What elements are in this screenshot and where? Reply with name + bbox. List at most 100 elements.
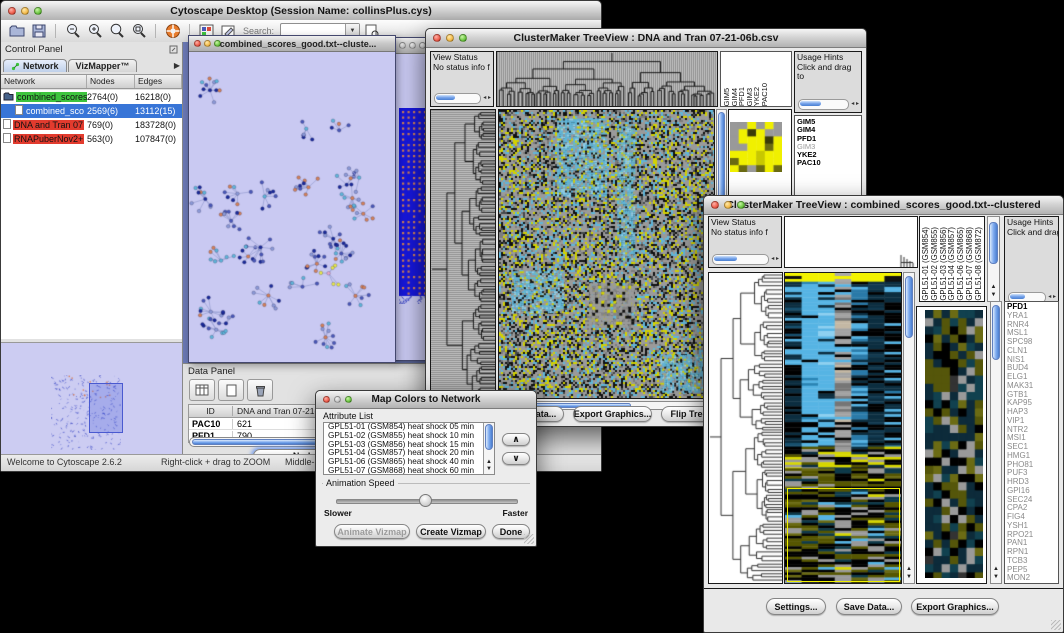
scroll-down-icon[interactable]: ▼ [904, 574, 914, 581]
nodes-count: 2764(0) [87, 92, 135, 102]
zoom-column-labels: GIM5GIM4PFD1GIM3YKE2PAC10 [721, 52, 767, 106]
frame-close-button[interactable] [399, 42, 406, 49]
minimize-button[interactable] [334, 396, 341, 403]
gene-label: CPA2 [1007, 504, 1058, 513]
dialog-titlebar[interactable]: Map Colors to Network [316, 391, 536, 409]
main-window-title: Cytoscape Desktop (Session Name: collins… [21, 5, 581, 17]
move-down-button[interactable]: ∨ [502, 452, 530, 465]
tab-overflow-icon[interactable]: ▶ [174, 61, 180, 70]
scroll-up-icon[interactable]: ▲ [991, 566, 1001, 573]
row-dendrogram-panel[interactable] [430, 109, 496, 399]
birdseye-view[interactable] [1, 342, 182, 455]
save-icon[interactable] [29, 22, 48, 40]
delete-attribute-icon[interactable] [247, 379, 273, 401]
resize-grip[interactable] [524, 534, 534, 544]
close-button[interactable] [711, 201, 719, 209]
network-canvas[interactable] [189, 52, 393, 361]
move-up-button[interactable]: ∧ [502, 433, 530, 446]
gene-list-scrollbar[interactable]: ▲ ▼ [990, 301, 1002, 584]
network-frame-titlebar[interactable]: combined_scores_good.txt--cluste... [189, 36, 395, 52]
heatmap-canvas [499, 110, 714, 398]
create-vizmap-button[interactable]: Create Vizmap [416, 524, 486, 539]
usage-hints-scrollbar[interactable]: ◂ ▸ [798, 99, 859, 110]
zoom-heatmap-panel[interactable] [916, 306, 987, 584]
heatmap-vscrollbar[interactable]: ▲ ▼ [903, 272, 915, 584]
close-button[interactable] [433, 34, 441, 42]
frame-minimize-button[interactable] [409, 42, 416, 49]
zoom-out-icon[interactable] [63, 22, 82, 40]
frame-close-button[interactable] [194, 40, 201, 47]
zoom-button[interactable] [345, 396, 352, 403]
scroll-down-icon[interactable]: ▼ [991, 574, 1001, 581]
attribute-items: GPL51-01 (GSM854) heat shock 05 minGPL51… [324, 423, 494, 475]
export-graphics-button[interactable]: Export Graphics... [573, 406, 652, 422]
animate-vizmap-button[interactable]: Animate Vizmap [334, 524, 410, 539]
column-labels-scrollbar[interactable]: ▲ ▼ [987, 216, 1000, 302]
birdseye-viewport-rect[interactable] [89, 383, 123, 433]
zoom-button[interactable] [737, 201, 745, 209]
divider [704, 588, 1063, 589]
zoom-fit-icon[interactable] [107, 22, 126, 40]
view-status-scrollbar[interactable]: ◂ ▸ [712, 254, 779, 265]
view-status-scrollbar[interactable]: ◂ ▸ [434, 93, 491, 104]
treeview2-titlebar[interactable]: ClusterMaker TreeView : combined_scores_… [704, 196, 1063, 215]
network-list-row[interactable]: RNAPuberNov2+563(0)107847(0) [1, 132, 182, 146]
heatmap-panel[interactable] [498, 109, 715, 399]
listbox-scrollbar[interactable]: ▲ ▼ [483, 423, 494, 474]
column-label: GPL51-04 (GSM857) [947, 227, 956, 301]
scroll-up-icon[interactable]: ▲ [904, 566, 914, 573]
scrollbar-thumb[interactable] [905, 276, 913, 338]
zoom-selected-icon[interactable] [129, 22, 148, 40]
float-panel-icon[interactable] [169, 45, 178, 54]
tab-network[interactable]: Network [3, 59, 67, 72]
tab-vizmapper[interactable]: VizMapper™ [68, 59, 138, 72]
scrollbar-thumb[interactable] [989, 222, 998, 264]
gene-labels: PFD1YRA1RNR4MSL1SPC98CLN1NIS1BUD4ELG1MAK… [1005, 302, 1058, 583]
zoom-button[interactable] [459, 34, 467, 42]
scroll-up-icon[interactable]: ▲ [988, 284, 999, 291]
scrollbar-thumb[interactable] [992, 305, 1000, 360]
save-data-button[interactable]: Save Data... [836, 598, 902, 615]
network-list-row[interactable]: combined_scores2764(0)16218(0) [1, 90, 182, 104]
close-button[interactable] [8, 7, 16, 15]
zoom-button[interactable] [34, 7, 42, 15]
zoom-row-label: YKE2 [797, 151, 861, 159]
column-dendrogram-panel[interactable] [784, 216, 918, 268]
settings-button[interactable]: Settings... [766, 598, 826, 615]
network-list-row[interactable]: combined_sco2569(6)13112(15) [1, 104, 182, 118]
minimize-button[interactable] [21, 7, 29, 15]
minimize-button[interactable] [446, 34, 454, 42]
heatmap-panel[interactable] [784, 272, 902, 584]
gene-label: TCB3 [1007, 557, 1058, 566]
gene-label: GTB1 [1007, 391, 1058, 400]
row-dendrogram-panel[interactable] [708, 272, 783, 584]
network-list-row[interactable]: DNA and Tran 07769(0)183728(0) [1, 118, 182, 132]
zoom-column-label: GIM5 [722, 88, 730, 106]
network-list: combined_scores2764(0)16218(0)combined_s… [1, 90, 182, 339]
attribute-table-icon[interactable] [189, 379, 215, 401]
close-button[interactable] [323, 396, 330, 403]
gene-label: SEC1 [1007, 443, 1058, 452]
speed-slider-thumb[interactable] [419, 494, 432, 507]
open-file-icon[interactable] [7, 22, 26, 40]
scrollbar-thumb[interactable] [485, 424, 493, 450]
resize-grip[interactable] [1051, 620, 1061, 630]
attribute-list-item[interactable]: GPL51-07 (GSM868) heat shock 60 min [326, 467, 494, 475]
scroll-down-icon[interactable]: ▼ [484, 466, 494, 473]
main-titlebar[interactable]: Cytoscape Desktop (Session Name: collins… [1, 1, 601, 21]
scroll-down-icon[interactable]: ▼ [988, 292, 999, 299]
column-label: GPL51-06 (GSM865) [956, 227, 965, 301]
export-graphics-button[interactable]: Export Graphics... [911, 598, 999, 615]
zoom-in-icon[interactable] [85, 22, 104, 40]
attribute-listbox[interactable]: GPL51-01 (GSM854) heat shock 05 minGPL51… [323, 422, 495, 475]
heatmap-selection-rect[interactable] [787, 488, 900, 582]
new-attribute-icon[interactable] [218, 379, 244, 401]
minimize-button[interactable] [724, 201, 732, 209]
column-labels-panel: GPL51-01 (GSM854)GPL51-02 (GSM855)GPL51-… [919, 216, 985, 302]
scroll-up-icon[interactable]: ▲ [484, 459, 494, 466]
gene-labels-panel: PFD1YRA1RNR4MSL1SPC98CLN1NIS1BUD4ELG1MAK… [1004, 301, 1059, 584]
treeview1-titlebar[interactable]: ClusterMaker TreeView : DNA and Tran 07-… [426, 29, 866, 48]
help-ring-icon[interactable] [163, 22, 182, 40]
network-tab-icon [11, 62, 20, 71]
column-dendrogram-panel[interactable] [496, 51, 718, 107]
